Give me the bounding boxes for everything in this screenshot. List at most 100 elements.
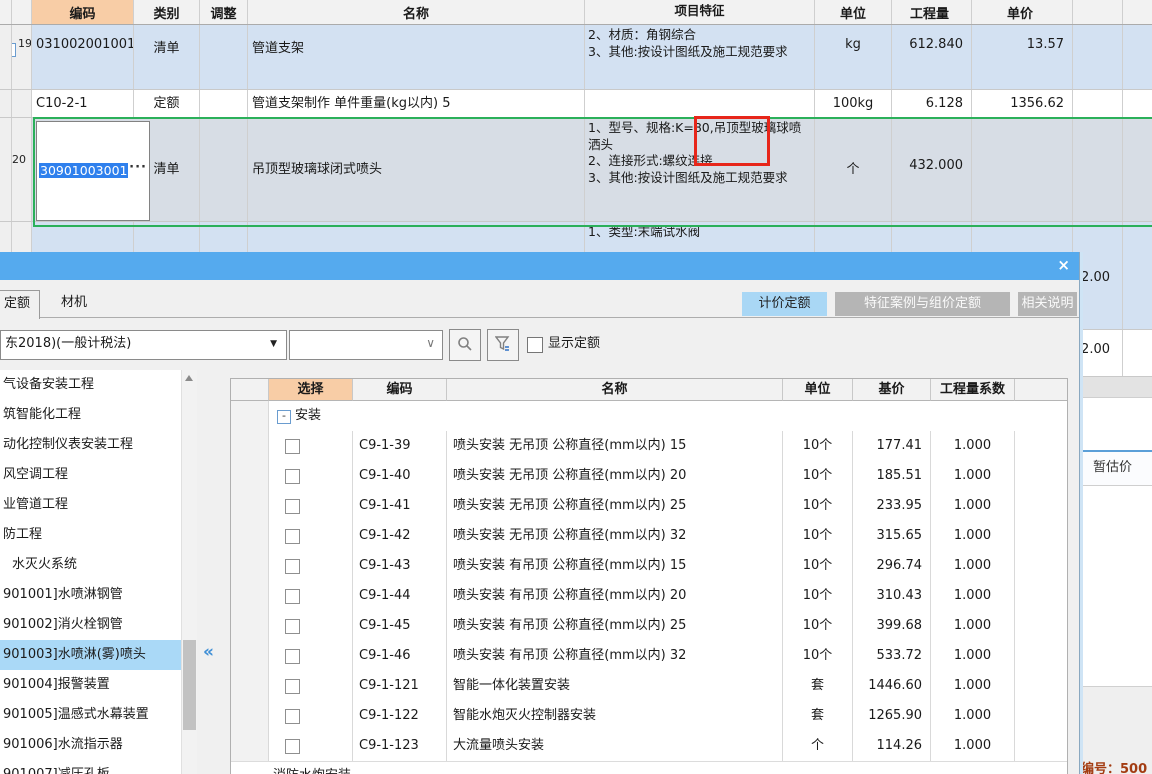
name-cell[interactable]: 智能水炮灭火控制器安装 [447, 701, 783, 731]
quota-row[interactable]: C9-1-40 喷头安装 无吊顶 公称直径(mm以内) 20 10个 185.5… [231, 461, 1067, 492]
name-cell[interactable]: 大流量喷头安装 [447, 731, 783, 761]
features-cell[interactable] [585, 90, 815, 117]
name-cell[interactable]: 喷头安装 无吊顶 公称直径(mm以内) 20 [447, 461, 783, 491]
name-cell[interactable]: 管道支架制作 单件重量(kg以内) 5 [248, 90, 585, 117]
code-cell[interactable]: C9-1-40 [353, 461, 447, 491]
unit-cell[interactable]: 个 [815, 118, 892, 221]
collapse-minus-icon[interactable]: - [12, 43, 16, 57]
features-cell[interactable]: 1、型号、规格:K=80,吊顶型玻璃球喷洒头 2、连接形式:螺纹连接 3、其他:… [585, 118, 815, 221]
price-cell[interactable]: 1356.62 [972, 90, 1073, 117]
factor-cell[interactable]: 1.000 [931, 431, 1015, 461]
unit-cell[interactable]: 100kg [815, 90, 892, 117]
adjust-cell[interactable] [200, 90, 248, 117]
price-cell[interactable]: 1446.60 [853, 671, 931, 701]
unit-cell[interactable]: 10个 [783, 431, 853, 461]
row-checkbox[interactable] [285, 439, 300, 454]
row-checkbox[interactable] [285, 559, 300, 574]
quota-row[interactable]: C9-1-122 智能水炮灭火控制器安装 套 1265.90 1.000 [231, 701, 1067, 732]
name-cell[interactable]: 喷头安装 有吊顶 公称直径(mm以内) 25 [447, 611, 783, 641]
row-checkbox[interactable] [285, 469, 300, 484]
tree-item[interactable]: 水灭火系统 [0, 550, 181, 580]
price-cell[interactable]: 114.26 [853, 731, 931, 761]
close-icon[interactable]: × [1057, 256, 1070, 274]
unit-cell[interactable]: 10个 [783, 641, 853, 671]
tree-scrollbar[interactable] [181, 370, 197, 774]
tree-item[interactable]: 901002]消火栓钢管 [0, 610, 181, 640]
name-cell[interactable]: 喷头安装 有吊顶 公称直径(mm以内) 15 [447, 551, 783, 581]
factor-cell[interactable]: 1.000 [931, 731, 1015, 761]
unit-cell[interactable]: 10个 [783, 491, 853, 521]
price-cell[interactable]: 233.95 [853, 491, 931, 521]
quantity-cell[interactable]: 612.840 [892, 25, 972, 89]
unit-cell[interactable]: 10个 [783, 581, 853, 611]
quota-row[interactable]: C9-1-43 喷头安装 有吊顶 公称直径(mm以内) 15 10个 296.7… [231, 551, 1067, 582]
price-cell[interactable]: 185.51 [853, 461, 931, 491]
name-cell[interactable]: 喷头安装 无吊顶 公称直径(mm以内) 25 [447, 491, 783, 521]
row-checkbox[interactable] [285, 709, 300, 724]
price-cell[interactable]: 533.72 [853, 641, 931, 671]
collapse-panel-icon[interactable]: « [203, 642, 214, 662]
unit-cell[interactable]: 10个 [783, 521, 853, 551]
unit-cell[interactable]: 10个 [783, 461, 853, 491]
scrollbar-thumb[interactable] [183, 640, 196, 730]
price-cell[interactable]: 177.41 [853, 431, 931, 461]
quota-row[interactable]: C9-1-123 大流量喷头安装 个 114.26 1.000 [231, 731, 1067, 762]
code-cell[interactable]: C9-1-121 [353, 671, 447, 701]
quantity-cell[interactable]: 432.000 [892, 118, 972, 221]
quantity-cell[interactable]: 6.128 [892, 90, 972, 117]
factor-cell[interactable]: 1.000 [931, 551, 1015, 581]
price-cell[interactable]: 296.74 [853, 551, 931, 581]
search-combo[interactable]: ∨ [289, 330, 443, 360]
adjust-cell[interactable] [200, 25, 248, 89]
quota-row[interactable]: C9-1-121 智能一体化装置安装 套 1446.60 1.000 [231, 671, 1067, 702]
tree-item[interactable]: 业管道工程 [0, 490, 181, 520]
name-cell[interactable]: 管道支架 [248, 25, 585, 89]
unit-cell[interactable]: 个 [783, 731, 853, 761]
quota-row[interactable]: C9-1-46 喷头安装 有吊顶 公称直径(mm以内) 32 10个 533.7… [231, 641, 1067, 672]
tree-item[interactable]: 气设备安装工程 [0, 370, 181, 400]
code-cell[interactable]: 031002001001 [32, 25, 134, 89]
price-cell[interactable]: 310.43 [853, 581, 931, 611]
col-header-select[interactable]: 选择 [269, 379, 353, 401]
factor-cell[interactable]: 1.000 [931, 671, 1015, 701]
quota-row[interactable]: C9-1-45 喷头安装 有吊顶 公称直径(mm以内) 25 10个 399.6… [231, 611, 1067, 642]
factor-cell[interactable]: 1.000 [931, 611, 1015, 641]
code-cell[interactable]: C9-1-43 [353, 551, 447, 581]
name-cell[interactable]: 喷头安装 无吊顶 公称直径(mm以内) 15 [447, 431, 783, 461]
factor-cell[interactable]: 1.000 [931, 461, 1015, 491]
tree-item[interactable]: 901007]减压孔板 [0, 760, 181, 774]
category-cell[interactable]: 清单 [134, 118, 200, 221]
tree-item[interactable]: 901001]水喷淋钢管 [0, 580, 181, 610]
tree-item[interactable]: 901006]水流指示器 [0, 730, 181, 760]
scroll-up-icon[interactable] [185, 375, 193, 381]
quota-row[interactable]: C9-1-42 喷头安装 无吊顶 公称直径(mm以内) 32 10个 315.6… [231, 521, 1067, 552]
code-cell[interactable]: C9-1-45 [353, 611, 447, 641]
price-cell[interactable]: 399.68 [853, 611, 931, 641]
category-cell[interactable]: 清单 [134, 25, 200, 89]
tree-item[interactable]: 901004]报警装置 [0, 670, 181, 700]
partial-row[interactable]: 消防水炮安装 [231, 761, 1067, 774]
name-cell[interactable]: 喷头安装 无吊顶 公称直径(mm以内) 32 [447, 521, 783, 551]
code-cell[interactable]: C9-1-122 [353, 701, 447, 731]
code-cell[interactable]: C9-1-41 [353, 491, 447, 521]
price-cell[interactable]: 315.65 [853, 521, 931, 551]
price-cell[interactable]: 13.57 [972, 25, 1073, 89]
row-checkbox[interactable] [285, 619, 300, 634]
factor-cell[interactable]: 1.000 [931, 581, 1015, 611]
factor-cell[interactable]: 1.000 [931, 491, 1015, 521]
row-checkbox[interactable] [285, 499, 300, 514]
collapse-minus-icon[interactable]: - [277, 410, 291, 424]
row-checkbox[interactable] [285, 649, 300, 664]
name-cell[interactable]: 喷头安装 有吊顶 公称直径(mm以内) 20 [447, 581, 783, 611]
adjust-cell[interactable] [200, 118, 248, 221]
name-cell[interactable]: 吊顶型玻璃球闭式喷头 [248, 118, 585, 221]
unit-cell[interactable]: 10个 [783, 551, 853, 581]
row-checkbox[interactable] [285, 679, 300, 694]
name-cell[interactable]: 喷头安装 有吊顶 公称直径(mm以内) 32 [447, 641, 783, 671]
tree-item[interactable]: 901005]温感式水幕装置 [0, 700, 181, 730]
tree-item[interactable]: 动化控制仪表安装工程 [0, 430, 181, 460]
price-cell[interactable] [972, 118, 1073, 221]
unit-cell[interactable]: kg [815, 25, 892, 89]
features-cell[interactable]: 2、材质：角钢综合 3、其他:按设计图纸及施工规范要求 [585, 25, 815, 89]
search-button[interactable] [449, 329, 481, 361]
